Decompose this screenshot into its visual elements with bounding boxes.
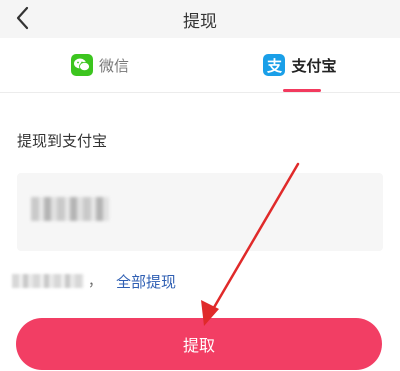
- tab-wechat[interactable]: 微信: [0, 38, 200, 92]
- wechat-icon: [70, 54, 93, 76]
- alipay-icon: 支: [263, 54, 286, 76]
- payment-tabs: 微信 支 支付宝: [0, 38, 400, 93]
- withdraw-all-link[interactable]: 全部提现: [116, 271, 176, 292]
- active-tab-indicator: [283, 89, 321, 92]
- tab-alipay-label: 支付宝: [291, 56, 337, 75]
- tab-alipay[interactable]: 支 支付宝: [200, 38, 400, 92]
- withdraw-submit-button[interactable]: 提取: [16, 318, 382, 370]
- page-title: 提现: [183, 12, 217, 32]
- blurred-account-text: [31, 197, 109, 221]
- balance-separator: ，: [88, 274, 102, 290]
- alipay-account-field[interactable]: [17, 173, 383, 251]
- withdraw-submit-label: 提取: [182, 336, 215, 355]
- section-label: 提现到支付宝: [17, 132, 108, 150]
- balance-row: ， 全部提现: [12, 268, 176, 294]
- blurred-balance-text: [12, 274, 84, 288]
- tab-wechat-label: 微信: [98, 56, 129, 75]
- top-navbar: 提现: [0, 0, 400, 38]
